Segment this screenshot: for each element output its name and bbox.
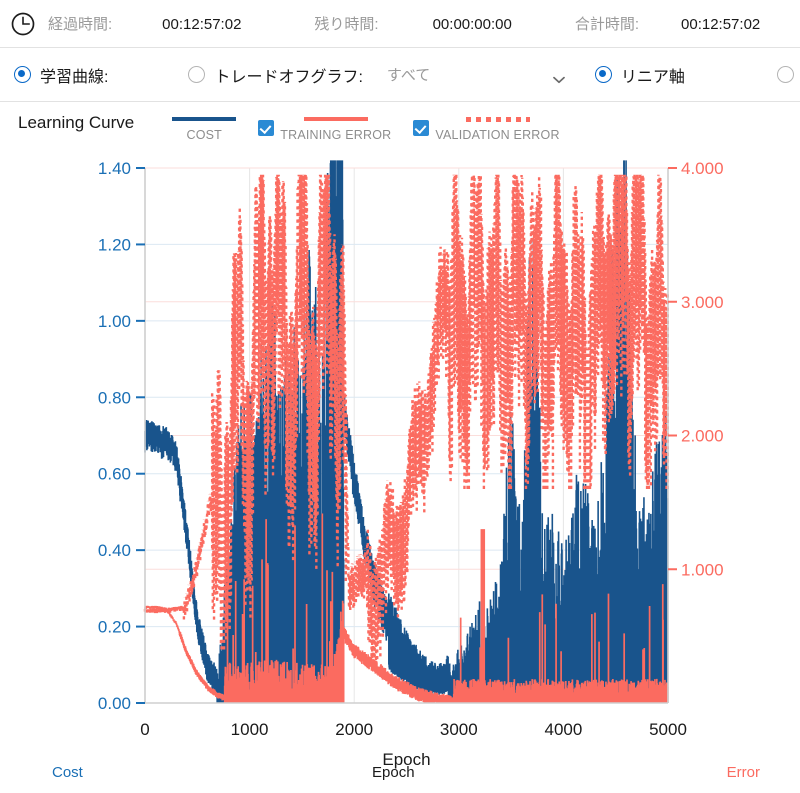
radio-linear-axis-indicator[interactable] xyxy=(594,66,612,83)
legend-checkbox-validation-error[interactable] xyxy=(413,120,430,136)
x-tick-label: 0 xyxy=(140,720,149,739)
y-tick-label-right: 2.000 xyxy=(681,427,724,446)
y-tick-label-left: 0.20 xyxy=(98,618,131,637)
total-time-label: 合計時間: xyxy=(574,16,640,33)
y-tick-label-right: 4.000 xyxy=(681,159,724,178)
learning-curve-plot[interactable]: 0.00 0.20 0.40 0.60 0.80 1.00 1.20 1.40 1.000 2.0… xyxy=(0,158,800,792)
tradeoff-dropdown[interactable]: すべて xyxy=(387,64,567,85)
radio-linear-axis[interactable]: リニア軸 xyxy=(594,63,685,87)
legend-label-cost: COST xyxy=(186,128,223,142)
y-tick-label-left: 0.80 xyxy=(98,388,131,407)
total-time-value: 00:12:57:02 xyxy=(681,16,761,33)
radio-learning-curve-indicator[interactable] xyxy=(14,66,31,83)
x-tick-label: 4000 xyxy=(544,720,582,739)
legend-swatch-training-error xyxy=(303,117,368,121)
radio-tradeoff-graph[interactable]: トレードオフグラフ: xyxy=(188,63,363,87)
plot-area[interactable]: 0.00 0.20 0.40 0.60 0.80 1.00 1.20 1.40 1.000 2.0… xyxy=(0,158,800,792)
x-axis-name: Epoch xyxy=(372,764,415,781)
remaining-time-value: 00:00:00:00 xyxy=(432,16,512,33)
legend-marker-training-error: TRAINING ERROR xyxy=(280,112,391,142)
chevron-down-icon[interactable] xyxy=(553,71,565,83)
elapsed-time-label: 経過時間: xyxy=(48,16,113,33)
status-bar: 経過時間: 00:12:57:02 残り時間: 00:00:00:00 合計時間… xyxy=(0,0,800,48)
remaining-time-label: 残り時間: xyxy=(314,16,379,33)
legend-marker-cost: COST xyxy=(172,112,237,142)
legend-marker-validation-error: VALIDATION ERROR xyxy=(435,112,559,142)
radio-log-axis[interactable] xyxy=(777,66,800,83)
elapsed-time-group: 経過時間: 00:12:57:02 xyxy=(48,13,241,34)
left-axis-name: Cost xyxy=(52,764,83,781)
y-tick-label-right: 1.000 xyxy=(681,560,724,579)
tradeoff-dropdown-value: すべて xyxy=(386,67,431,84)
y-tick-label-left: 0.40 xyxy=(98,541,131,560)
y-tick-label-left: 0.00 xyxy=(98,694,131,713)
clock-icon xyxy=(10,11,36,37)
radio-log-axis-indicator[interactable] xyxy=(777,66,794,83)
right-axis-name: Error xyxy=(726,764,760,781)
options-toolbar: 学習曲線: トレードオフグラフ: すべて リニア軸 xyxy=(0,48,800,102)
radio-tradeoff-graph-label: トレードオフグラフ: xyxy=(214,68,363,86)
legend-item-training-error[interactable]: TRAINING ERROR xyxy=(258,112,391,142)
x-tick-label: 2000 xyxy=(335,720,373,739)
y-tick-label-left: 1.20 xyxy=(98,235,131,254)
y-tick-label-left: 0.60 xyxy=(98,465,131,484)
radio-tradeoff-graph-indicator[interactable] xyxy=(188,66,206,83)
series-layer xyxy=(143,160,669,703)
y-tick-label-left: 1.40 xyxy=(98,159,131,178)
radio-learning-curve-label: 学習曲線: xyxy=(40,68,109,86)
legend-item-validation-error[interactable]: VALIDATION ERROR xyxy=(413,112,559,142)
remaining-time-group: 残り時間: 00:00:00:00 xyxy=(241,13,511,34)
learning-curve-chart-card: Learning Curve COST TRAINING ERROR VALID… xyxy=(0,102,800,792)
legend-item-cost[interactable]: COST xyxy=(172,112,237,142)
chart-header: Learning Curve COST TRAINING ERROR VALID… xyxy=(0,102,800,158)
y-tick-label-left: 1.00 xyxy=(98,312,131,331)
x-tick-label: 1000 xyxy=(231,720,269,739)
axis-footer: Cost Epoch Error xyxy=(0,764,800,788)
total-time-group: 合計時間: 00:12:57:02 xyxy=(512,13,760,34)
y-tick-label-right: 3.000 xyxy=(681,293,724,312)
legend-checkbox-training-error[interactable] xyxy=(258,120,275,136)
legend-swatch-validation-error xyxy=(465,117,530,122)
elapsed-time-value: 00:12:57:02 xyxy=(162,16,242,33)
legend-label-validation-error: VALIDATION ERROR xyxy=(435,128,560,142)
radio-linear-axis-label: リニア軸 xyxy=(620,68,685,86)
radio-learning-curve[interactable]: 学習曲線: xyxy=(14,63,108,87)
x-tick-label: 5000 xyxy=(649,720,687,739)
chart-title: Learning Curve xyxy=(18,113,135,132)
legend-swatch-cost xyxy=(172,117,237,121)
chart-legend: COST TRAINING ERROR VALIDATION ERROR xyxy=(172,112,581,142)
x-tick-label: 3000 xyxy=(440,720,478,739)
legend-label-training-error: TRAINING ERROR xyxy=(280,128,392,142)
